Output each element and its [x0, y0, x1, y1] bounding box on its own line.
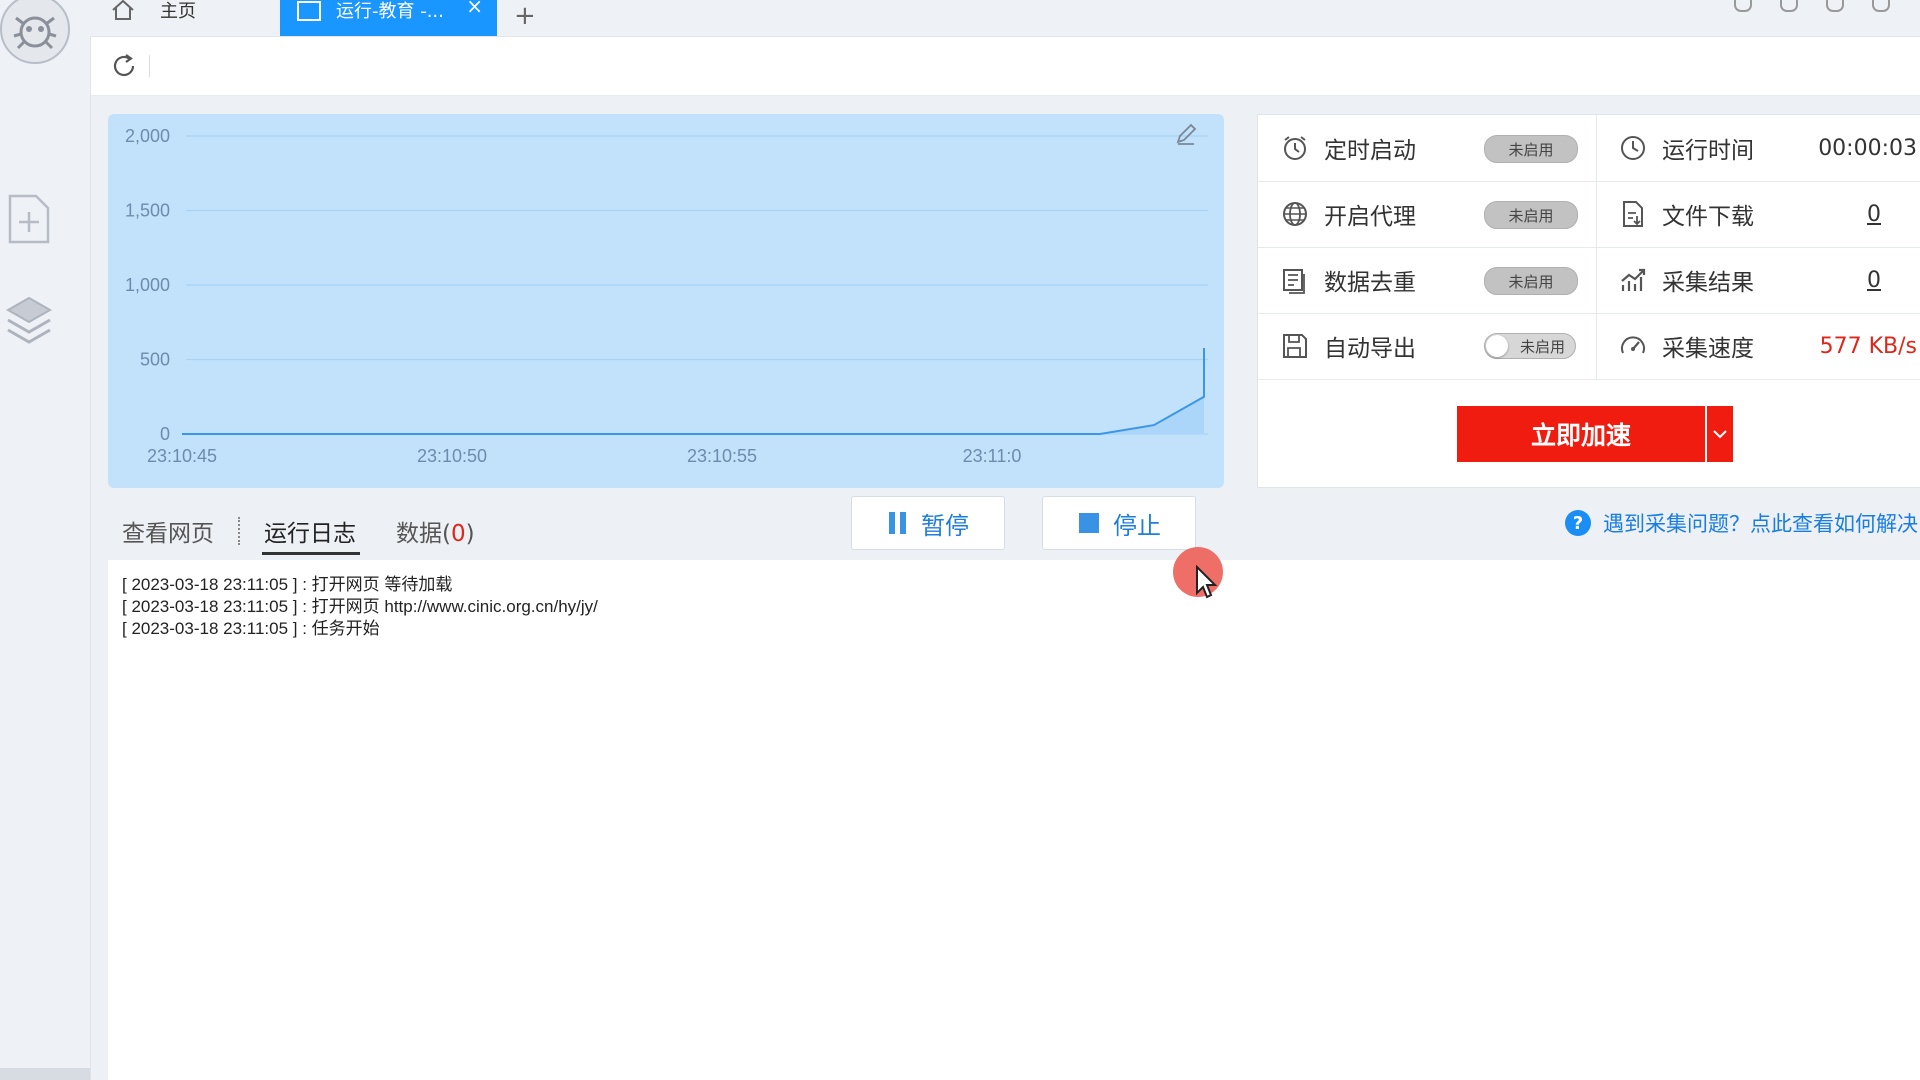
- log-line: [ 2023-03-18 23:11:05 ] : 任务开始: [122, 619, 380, 638]
- tab-divider: [238, 517, 240, 545]
- series-line: [182, 348, 1205, 435]
- mouse-cursor-icon: [1196, 565, 1218, 599]
- layout-icon[interactable]: [1734, 0, 1752, 12]
- active-tab-indicator: [262, 552, 360, 555]
- stat-collect-result-label: 采集结果: [1662, 270, 1754, 296]
- y-tick-label: 2,000: [125, 126, 170, 146]
- dedupe-status-toggle[interactable]: 未启用: [1484, 267, 1578, 295]
- stop-button[interactable]: 停止: [1042, 496, 1196, 550]
- stat-schedule-label: 定时启动: [1324, 138, 1416, 164]
- app-logo-icon: [0, 0, 70, 64]
- tab-home-label: 主页: [160, 1, 196, 22]
- stats-row-schedule: 定时启动 未启用 运行时间 00:00:03: [1258, 115, 1920, 182]
- tab-data-label: 数据(: [396, 521, 451, 547]
- minimize-icon[interactable]: [1872, 0, 1890, 12]
- accelerate-button[interactable]: 立即加速: [1457, 406, 1705, 462]
- pause-button[interactable]: 暂停: [851, 496, 1005, 550]
- stat-collect-speed-label: 采集速度: [1662, 336, 1754, 362]
- schedule-status-toggle[interactable]: 未启用: [1484, 135, 1578, 163]
- add-tab-button[interactable]: +: [506, 0, 542, 34]
- log-line: [ 2023-03-18 23:11:05 ] : 打开网页 等待加载: [122, 575, 453, 594]
- stat-file-download-value[interactable]: 0: [1867, 202, 1881, 227]
- tab-view-webpage[interactable]: 查看网页: [122, 514, 214, 548]
- speed-chart: 2,000 1,500 1,000 500 0 23:10:45 23:10:50 23:10…: [108, 114, 1224, 488]
- stats-row-proxy: 开启代理 未启用 文件下载 0: [1258, 181, 1920, 248]
- file-download-icon: [1623, 201, 1643, 227]
- stat-proxy: 开启代理 未启用: [1258, 181, 1597, 247]
- chart-canvas: 2,000 1,500 1,000 500 023:10:45 23:10:50 23:10…: [125, 126, 1208, 466]
- stat-auto-export-label: 自动导出: [1324, 336, 1416, 362]
- tab-run-task[interactable]: 运行-教育 -... ×: [280, 0, 497, 36]
- y-tick-label: 0: [160, 424, 170, 444]
- layers-icon[interactable]: [4, 292, 54, 348]
- refresh-icon[interactable]: [109, 51, 139, 81]
- accelerate-dropdown-button[interactable]: [1707, 406, 1733, 462]
- save-export-icon: [1283, 334, 1307, 358]
- edit-icon[interactable]: [1174, 122, 1198, 146]
- run-log-panel: [ 2023-03-18 23:11:05 ] : 打开网页 等待加载 [ 20…: [108, 560, 1920, 1080]
- tab-close-icon[interactable]: ×: [466, 0, 483, 18]
- toggle-knob: [1486, 335, 1508, 357]
- tab-run-label: 运行-教育 -...: [336, 1, 444, 22]
- stat-file-download-label: 文件下载: [1662, 204, 1754, 230]
- stats-row-dedupe: 数据去重 未启用 采集结果 0: [1258, 247, 1920, 314]
- tab-bar: 主页 运行-教育 -... × +: [90, 0, 1920, 37]
- y-tick-label: 1,500: [125, 201, 170, 221]
- help-link-text: 遇到采集问题？点此查看如何解决: [1603, 512, 1918, 536]
- auto-export-status: 未启用: [1519, 337, 1565, 356]
- chevron-down-icon: [1713, 430, 1727, 439]
- x-tick-label: 23:10:45: [147, 446, 217, 466]
- stat-runtime-value: 00:00:03: [1818, 135, 1917, 161]
- stat-collect-result-value[interactable]: 0: [1867, 268, 1881, 293]
- y-tick-label: 1,000: [125, 275, 170, 295]
- stat-dedupe-label: 数据去重: [1324, 270, 1416, 296]
- toolbar-separator: [149, 55, 150, 77]
- tab-data[interactable]: 数据(0): [396, 514, 475, 548]
- stat-runtime-label: 运行时间: [1662, 138, 1754, 164]
- y-tick-label: 500: [140, 350, 170, 370]
- stat-proxy-label: 开启代理: [1324, 204, 1416, 230]
- stat-file-download: 文件下载 0: [1596, 181, 1920, 247]
- stat-collect-speed: 采集速度 577 KB/s: [1596, 313, 1920, 379]
- alarm-clock-icon: [1284, 136, 1306, 160]
- toolbar: [91, 37, 1920, 96]
- clock-icon: [1621, 136, 1645, 160]
- left-sidebar: [0, 0, 91, 1080]
- chart-trend-icon: [1621, 268, 1646, 291]
- question-icon: ?: [1565, 510, 1591, 536]
- window-icon: [297, 1, 321, 21]
- stop-label: 停止: [1113, 511, 1161, 540]
- tab-home[interactable]: 主页: [90, 0, 280, 36]
- pause-icon: [889, 512, 906, 534]
- pause-label: 暂停: [921, 511, 969, 540]
- auto-export-toggle[interactable]: 未启用: [1484, 333, 1576, 359]
- stat-runtime: 运行时间 00:00:03: [1596, 115, 1920, 181]
- tab-data-count: 0: [450, 521, 466, 547]
- stat-collect-speed-value: 577 KB/s: [1819, 333, 1917, 359]
- tab-run-log[interactable]: 运行日志: [264, 514, 356, 548]
- sidebar-bottom-strip: [0, 1068, 90, 1080]
- settings-icon[interactable]: [1826, 0, 1844, 12]
- proxy-status-toggle[interactable]: 未启用: [1484, 201, 1578, 229]
- window-controls: [1734, 0, 1920, 14]
- stop-icon: [1079, 513, 1099, 533]
- x-tick-label: 23:10:55: [687, 446, 757, 466]
- new-task-icon[interactable]: [4, 192, 54, 248]
- help-icon[interactable]: [1780, 0, 1798, 12]
- stat-collect-result: 采集结果 0: [1596, 247, 1920, 313]
- log-line: [ 2023-03-18 23:11:05 ] : 打开网页 http://ww…: [122, 597, 598, 616]
- home-icon: [112, 0, 134, 20]
- x-tick-label: 23:11:0: [963, 446, 1022, 466]
- tab-data-suffix: ): [465, 521, 475, 547]
- stat-schedule: 定时启动 未启用: [1258, 115, 1597, 181]
- stats-row-export: 自动导出 未启用 采集速度 577 KB/s: [1258, 313, 1920, 380]
- series-area: [182, 348, 1204, 434]
- x-tick-label: 23:10:50: [417, 446, 487, 466]
- stat-dedupe: 数据去重 未启用: [1258, 247, 1597, 313]
- dedupe-list-icon: [1283, 269, 1305, 294]
- stat-auto-export: 自动导出 未启用: [1258, 313, 1597, 379]
- globe-icon: [1283, 202, 1307, 226]
- help-link[interactable]: ? 遇到采集问题？点此查看如何解决: [1565, 508, 1918, 538]
- speedometer-icon: [1621, 336, 1645, 354]
